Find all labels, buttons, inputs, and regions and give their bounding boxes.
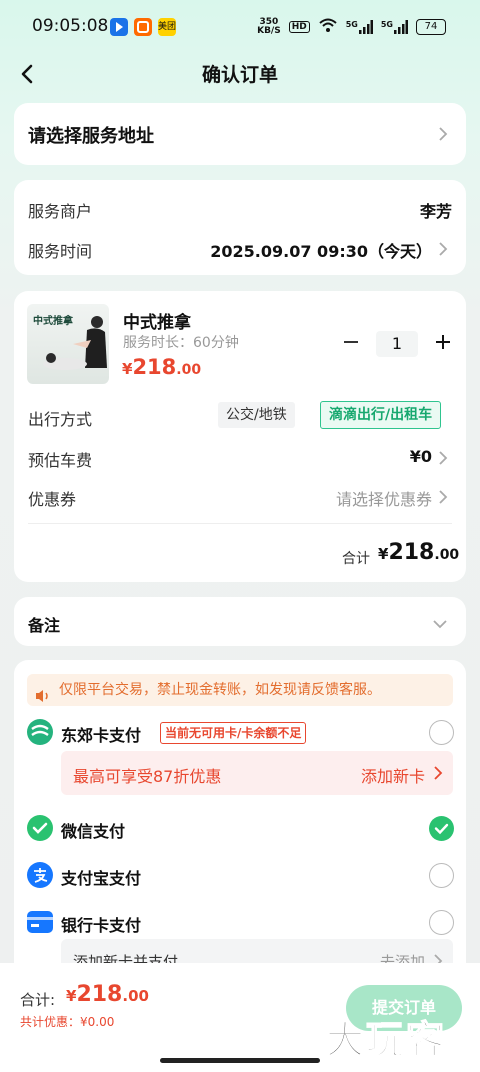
bottom-bar: 合计: ¥218.00 共计优惠：¥0.00 提交订单 大玩客 bbox=[0, 963, 480, 1072]
service-price: ¥218.00 bbox=[122, 355, 202, 379]
coupon-selector[interactable]: 请选择优惠券 bbox=[336, 486, 432, 510]
radio-bank[interactable] bbox=[429, 910, 454, 935]
signal-icon: 5G bbox=[345, 19, 373, 34]
fare-value: ¥0 bbox=[409, 447, 432, 466]
payment-label-bank: 银行卡支付 bbox=[61, 916, 142, 935]
service-time-value[interactable]: 2025.09.07 09:30（今天） bbox=[210, 238, 432, 262]
status-bar: 09:05:08 美团 350 KB/S HD 5G 5G 74 bbox=[0, 0, 480, 56]
meituan-app-icon: 美团 bbox=[158, 18, 176, 36]
total-price: ¥218.00 bbox=[66, 982, 149, 1007]
wechat-pay-icon bbox=[27, 815, 53, 841]
address-selector[interactable]: 请选择服务地址 bbox=[14, 103, 466, 165]
notice-banner: 仅限平台交易，禁止现金转账，如发现请反馈客服。 bbox=[27, 674, 453, 706]
subtotal-value: ¥218.00 bbox=[378, 540, 460, 565]
signal-icon: 5G bbox=[380, 19, 408, 34]
chevron-right-icon[interactable] bbox=[438, 450, 448, 466]
service-card: 中式推拿 中式推拿 服务时长：60分钟 ¥218.00 1 出行方式 公交/地铁… bbox=[14, 291, 466, 582]
service-thumbnail: 中式推拿 bbox=[27, 304, 109, 384]
notice-text: 仅限平台交易，禁止现金转账，如发现请反馈客服。 bbox=[59, 682, 381, 698]
alipay-icon bbox=[27, 862, 53, 888]
radio-dongjiao[interactable] bbox=[429, 720, 454, 745]
service-duration: 服务时长：60分钟 bbox=[123, 335, 239, 351]
page-title: 确认订单 bbox=[201, 64, 278, 86]
signal-label: 5G bbox=[345, 19, 358, 29]
watermark-logo: 大玩客 bbox=[325, 1017, 447, 1063]
chevron-down-icon bbox=[432, 615, 448, 634]
coupon-label: 优惠券 bbox=[28, 490, 77, 509]
payment-card: 仅限平台交易，禁止现金转账，如发现请反馈客服。 东郊卡支付 当前无可用卡/卡余额… bbox=[14, 660, 466, 990]
quantity-decrease-button[interactable] bbox=[340, 331, 362, 353]
subtotal-label: 合计 bbox=[342, 551, 370, 567]
radio-wechat[interactable] bbox=[429, 816, 454, 841]
payment-label-wechat: 微信支付 bbox=[61, 822, 126, 841]
dongjiao-card-icon bbox=[27, 719, 53, 745]
total-label: 合计: bbox=[20, 991, 56, 1009]
app-notification-icon bbox=[110, 18, 128, 36]
service-time-label: 服务时间 bbox=[28, 242, 93, 261]
chevron-right-icon bbox=[433, 765, 443, 785]
wifi-icon bbox=[318, 17, 338, 36]
remark-label: 备注 bbox=[28, 616, 61, 635]
app-notification-icon bbox=[134, 18, 152, 36]
radio-alipay[interactable] bbox=[429, 863, 454, 888]
total-discount: 共计优惠：¥0.00 bbox=[20, 1015, 115, 1029]
merchant-name: 李芳 bbox=[419, 202, 452, 221]
card-unavailable-badge: 当前无可用卡/卡余额不足 bbox=[160, 722, 307, 744]
travel-option-transit[interactable]: 公交/地铁 bbox=[218, 402, 295, 428]
chevron-right-icon bbox=[438, 126, 448, 142]
promo-banner[interactable]: 最高可享受87折优惠 添加新卡 bbox=[61, 751, 453, 795]
net-speed: 350 KB/S bbox=[257, 16, 281, 36]
address-prompt: 请选择服务地址 bbox=[28, 126, 154, 147]
battery-icon: 74 bbox=[416, 18, 446, 35]
travel-option-taxi[interactable]: 滴滴出行/出租车 bbox=[320, 401, 442, 429]
nav-bar: 确认订单 bbox=[0, 56, 480, 92]
home-indicator[interactable] bbox=[160, 1058, 320, 1063]
speaker-icon bbox=[35, 683, 51, 702]
fare-label: 预估车费 bbox=[28, 451, 93, 470]
merchant-label: 服务商户 bbox=[28, 202, 93, 221]
payment-label-dongjiao: 东郊卡支付 bbox=[61, 726, 142, 745]
hd-icon: HD bbox=[288, 20, 310, 33]
service-name: 中式推拿 bbox=[123, 313, 191, 333]
chevron-right-icon[interactable] bbox=[438, 489, 448, 505]
divider bbox=[28, 523, 452, 524]
add-new-card-link[interactable]: 添加新卡 bbox=[361, 763, 425, 787]
merchant-card: 服务商户 李芳 服务时间 2025.09.07 09:30（今天） bbox=[14, 180, 466, 275]
chevron-right-icon[interactable] bbox=[438, 241, 448, 257]
bank-card-icon bbox=[27, 911, 53, 933]
signal-label: 5G bbox=[380, 19, 393, 29]
quantity-increase-button[interactable] bbox=[432, 331, 454, 353]
remark-section[interactable]: 备注 bbox=[14, 597, 466, 646]
travel-mode-label: 出行方式 bbox=[28, 410, 93, 429]
status-time: 09:05:08 bbox=[32, 16, 109, 36]
quantity-value[interactable]: 1 bbox=[376, 331, 418, 357]
payment-label-alipay: 支付宝支付 bbox=[61, 869, 142, 888]
promo-text: 最高可享受87折优惠 bbox=[73, 767, 222, 786]
